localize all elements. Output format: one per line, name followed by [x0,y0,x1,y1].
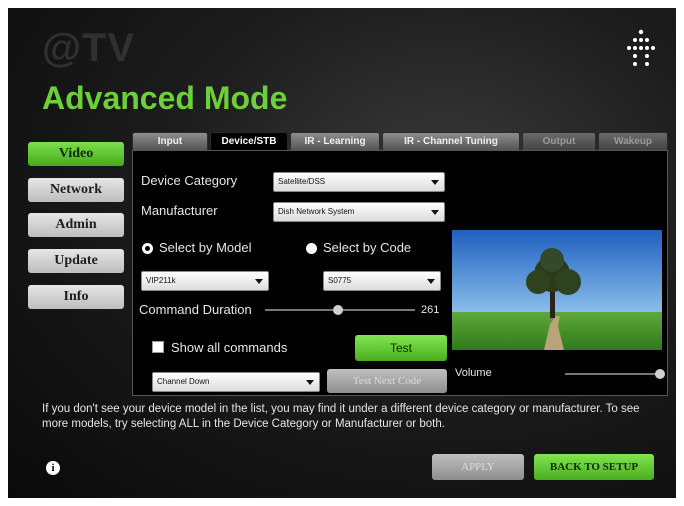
select-by-model-label: Select by Model [159,240,252,255]
sidebar-item-info[interactable]: Info [28,285,124,309]
tab-ir-channel-tuning[interactable]: IR - Channel Tuning [382,132,520,150]
chevron-down-icon [255,279,263,284]
select-by-code-radio[interactable] [306,243,317,254]
model-select[interactable]: VIP211k [141,271,269,291]
show-all-commands-label: Show all commands [171,340,288,355]
model-value: VIP211k [146,276,176,285]
command-duration-slider-handle[interactable] [333,305,343,315]
help-text: If you don't see your device model in th… [42,403,640,430]
device-category-label: Device Category [141,173,238,188]
show-all-commands-checkbox[interactable] [152,341,164,353]
sidebar-item-update[interactable]: Update [28,249,124,273]
code-value: S0775 [328,276,352,285]
sidebar-item-admin[interactable]: Admin [28,213,124,237]
code-select[interactable]: S0775 [323,271,441,291]
test-button[interactable]: Test [355,335,447,361]
chevron-down-icon [431,180,439,185]
manufacturer-value: Dish Network System [278,207,355,216]
device-category-select[interactable]: Satellite/DSS [273,172,445,192]
back-to-setup-button[interactable]: BACK TO SETUP [534,454,654,480]
tab-input[interactable]: Input [132,132,208,150]
apply-button: APPLY [432,454,524,480]
tab-ir-learning[interactable]: IR - Learning [290,132,380,150]
sidebar-item-video[interactable]: Video [28,142,124,166]
command-value: Channel Down [157,377,210,386]
app-logo: @TV [42,26,136,70]
chevron-down-icon [306,380,314,385]
chevron-down-icon [427,279,435,284]
tab-device-stb[interactable]: Device/STB [210,132,288,150]
chevron-down-icon [431,210,439,215]
volume-slider-track[interactable] [565,373,661,375]
tab-output: Output [522,132,596,150]
app-screen: @TV Advanced Mode Video Network Admin Up… [8,8,676,498]
command-select[interactable]: Channel Down [152,372,320,392]
page-title: Advanced Mode [42,80,288,116]
tab-wakeup: Wakeup [598,132,668,150]
manufacturer-select[interactable]: Dish Network System [273,202,445,222]
sidebar-item-network[interactable]: Network [28,178,124,202]
test-next-code-button: Test Next Code [327,369,447,393]
command-duration-label: Command Duration [139,302,252,317]
manufacturer-label: Manufacturer [141,203,218,218]
select-by-model-radio[interactable] [142,243,153,254]
info-icon[interactable]: i [46,461,60,475]
select-by-code-label: Select by Code [323,240,412,255]
volume-label: Volume [455,367,492,379]
device-category-value: Satellite/DSS [278,177,326,186]
command-duration-value: 261 [421,304,440,316]
video-preview [452,230,662,350]
volume-slider-handle[interactable] [655,369,665,379]
dot-grid-icon [627,29,655,66]
